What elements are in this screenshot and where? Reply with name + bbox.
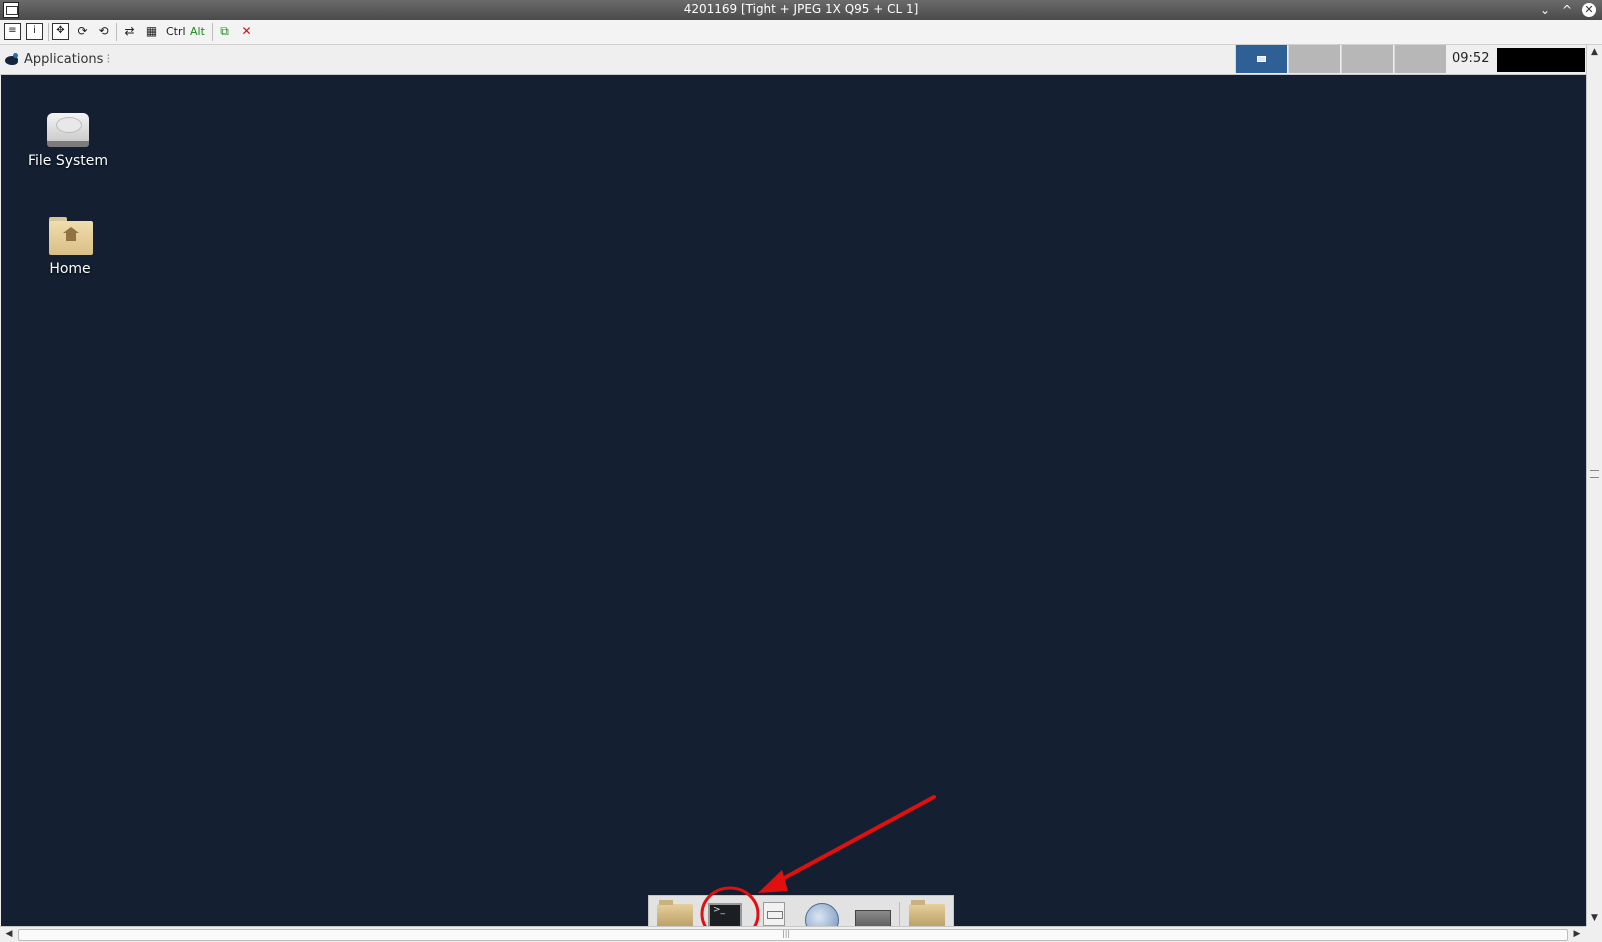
scroll-corner — [1586, 926, 1602, 942]
options-icon[interactable]: ≡ — [4, 23, 21, 40]
scroll-right-icon[interactable]: ▶ — [1570, 927, 1584, 942]
desktop-icon-file-system[interactable]: File System — [13, 113, 123, 169]
vertical-scrollbar[interactable]: ▲ ▼ — [1586, 45, 1602, 926]
top-panel: Applications ⁝ 09:52 — [0, 45, 1586, 75]
terminal-icon[interactable]: >_ — [705, 900, 743, 928]
workspace-1[interactable] — [1235, 45, 1287, 73]
toolbar-separator — [212, 23, 213, 41]
toolbar-separator — [116, 23, 117, 41]
info-icon[interactable]: i — [26, 23, 43, 40]
xfce-mouse-icon — [4, 52, 20, 67]
horizontal-scrollbar[interactable]: ◀ ||| ▶ — [0, 926, 1586, 942]
refresh-icon[interactable]: ⟳ — [74, 23, 91, 40]
web-browser-icon[interactable] — [801, 900, 839, 937]
dock-separator — [899, 902, 900, 926]
panel-clock[interactable]: 09:52 — [1452, 51, 1489, 66]
app-finder-icon[interactable] — [755, 900, 793, 928]
close-button[interactable]: ✕ — [1582, 3, 1596, 17]
disconnect-icon[interactable]: ✕ — [238, 23, 255, 40]
desktop-icon-label: File System — [27, 153, 109, 169]
home-folder-icon — [47, 217, 93, 257]
desktop[interactable]: File System Home — [1, 75, 1586, 927]
applications-label: Applications — [24, 52, 104, 67]
refresh-full-icon[interactable]: ⟲ — [95, 23, 112, 40]
scroll-grip-icon[interactable]: ||| — [782, 929, 790, 938]
alt-key-button[interactable]: Alt — [190, 23, 205, 40]
workspace-3[interactable] — [1341, 45, 1393, 73]
file-transfer-icon[interactable]: ▦ — [143, 23, 160, 40]
minimize-button[interactable]: ⌄ — [1536, 1, 1554, 19]
maximize-button[interactable]: ^ — [1558, 1, 1576, 19]
panel-notification-area — [1497, 48, 1585, 72]
hard-disk-icon — [45, 113, 91, 149]
window-thumb-icon — [1257, 56, 1266, 62]
fullscreen-icon[interactable]: ✥ — [52, 23, 69, 40]
horizontal-scroll-thumb[interactable] — [18, 929, 1568, 941]
workspace-4[interactable] — [1394, 45, 1446, 73]
scroll-grip-icon[interactable] — [1590, 470, 1599, 478]
window-titlebar: 4201169 [Tight + JPEG 1X Q95 + CL 1] ⌄ ^… — [0, 0, 1602, 20]
scroll-up-icon[interactable]: ▲ — [1587, 45, 1602, 59]
workspace-2[interactable] — [1288, 45, 1340, 73]
scroll-down-icon[interactable]: ▼ — [1587, 911, 1602, 925]
ctrl-key-button[interactable]: Ctrl — [166, 23, 186, 40]
vnc-toolbar: ≡ i ✥ ⟳ ⟲ ⇄ ▦ Ctrl Alt ⧉ ✕ — [0, 20, 1602, 45]
desktop-icon-label: Home — [49, 261, 91, 277]
panel-grip-icon: ⁝ — [106, 52, 111, 67]
desktop-icon-home[interactable]: Home — [15, 217, 125, 277]
bottom-dock: >_ — [648, 895, 954, 937]
toolbar-separator — [48, 23, 49, 41]
screen-icon[interactable] — [853, 900, 891, 930]
folder-icon[interactable] — [655, 900, 693, 928]
window-title: 4201169 [Tight + JPEG 1X Q95 + CL 1] — [683, 2, 919, 16]
scroll-left-icon[interactable]: ◀ — [2, 927, 16, 942]
applications-menu-button[interactable]: Applications ⁝ — [4, 50, 111, 70]
transfer-icon[interactable]: ⇄ — [121, 23, 138, 40]
clipboard-icon[interactable]: ⧉ — [216, 23, 233, 40]
files-icon[interactable] — [907, 900, 945, 928]
